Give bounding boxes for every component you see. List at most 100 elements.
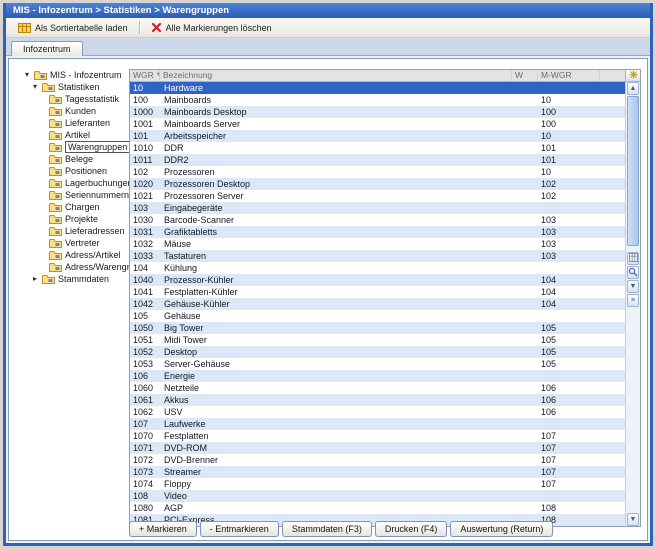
table-row-101[interactable]: 101Arbeitsspeicher10: [130, 130, 625, 142]
tree-item-mis-infozentrum[interactable]: ▾ MIS - Infozentrum: [25, 69, 131, 81]
tree-item-statistiken[interactable]: ▾Statistiken: [25, 81, 131, 93]
cell-bezeichnung: DDR: [160, 142, 512, 154]
column-header-w[interactable]: W: [512, 70, 538, 81]
tree-item-lieferadressen[interactable]: Lieferadressen: [25, 225, 131, 237]
column-header-mwgr[interactable]: M-WGR: [538, 70, 600, 81]
folder-icon: [49, 130, 62, 141]
table-row-1080[interactable]: 1080AGP108: [130, 502, 625, 514]
table-row-103[interactable]: 103Eingabegeräte: [130, 202, 625, 214]
load-sort-table-button[interactable]: Als Sortiertabelle laden: [11, 20, 135, 36]
scroll-up-button[interactable]: ▲: [627, 82, 639, 95]
collapse-icon[interactable]: ▾: [25, 69, 34, 81]
cell-mwgr: [538, 82, 600, 94]
cell-mwgr: 107: [538, 430, 600, 442]
table-row-10[interactable]: 10Hardware: [130, 82, 625, 94]
cell-w: [512, 406, 538, 418]
column-select-button[interactable]: [625, 70, 640, 81]
table-row-108[interactable]: 108Video: [130, 490, 625, 502]
tree-item-tagesstatistik[interactable]: Tagesstatistik: [25, 93, 131, 105]
tree-item-belege[interactable]: Belege: [25, 153, 131, 165]
table-row-106[interactable]: 106Energie: [130, 370, 625, 382]
table-row-1021[interactable]: 1021Prozessoren Server102: [130, 190, 625, 202]
table-row-1051[interactable]: 1051Midi Tower105: [130, 334, 625, 346]
folder-icon: [42, 82, 55, 93]
table-row-1031[interactable]: 1031Grafiktabletts103: [130, 226, 625, 238]
auswertung-button[interactable]: Auswertung (Return): [450, 521, 553, 537]
table-row-1073[interactable]: 1073Streamer107: [130, 466, 625, 478]
tree-item-chargen[interactable]: Chargen: [25, 201, 131, 213]
column-header-wgr[interactable]: WGR ▼: [130, 70, 160, 81]
tree-item-positionen[interactable]: Positionen: [25, 165, 131, 177]
folder-icon: [49, 94, 62, 105]
tree-item-label: MIS - Infozentrum: [50, 70, 122, 80]
table-row-1030[interactable]: 1030Barcode-Scanner103: [130, 214, 625, 226]
cell-bezeichnung: Prozessor-Kühler: [160, 274, 512, 286]
tree-item-warengruppen[interactable]: Warengruppen: [25, 141, 131, 153]
tree-item-lieferanten[interactable]: Lieferanten: [25, 117, 131, 129]
table-row-1072[interactable]: 1072DVD-Brenner107: [130, 454, 625, 466]
table-row-1011[interactable]: 1011DDR2101: [130, 154, 625, 166]
cell-bezeichnung: Energie: [160, 370, 512, 382]
tab-infozentrum[interactable]: Infozentrum: [11, 41, 83, 56]
stammdaten-button[interactable]: Stammdaten (F3): [282, 521, 372, 537]
print-button[interactable]: Drucken (F4): [375, 521, 448, 537]
table-row-1060[interactable]: 1060Netzteile106: [130, 382, 625, 394]
cell-bezeichnung: Mainboards: [160, 94, 512, 106]
tree-item-adress-artikel[interactable]: Adress/Artikel: [25, 249, 131, 261]
scrollbar-thumb[interactable]: [627, 96, 639, 246]
tree-item-label: Tagesstatistik: [65, 94, 119, 104]
tree-item-stammdaten[interactable]: ▸Stammdaten: [25, 273, 131, 285]
scroll-down-button[interactable]: ▼: [627, 513, 639, 526]
table-row-107[interactable]: 107Laufwerke: [130, 418, 625, 430]
table-row-1033[interactable]: 1033Tastaturen103: [130, 250, 625, 262]
table-row-1040[interactable]: 1040Prozessor-Kühler104: [130, 274, 625, 286]
table-row-1032[interactable]: 1032Mäuse103: [130, 238, 625, 250]
unmark-button[interactable]: - Entmarkieren: [200, 521, 279, 537]
mark-button[interactable]: + Markieren: [129, 521, 197, 537]
table-row-1053[interactable]: 1053Server-Gehäuse105: [130, 358, 625, 370]
tree-item-adress-warengruppen[interactable]: Adress/Warengruppen: [25, 261, 131, 273]
table-row-1071[interactable]: 1071DVD-ROM107: [130, 442, 625, 454]
table-row-1000[interactable]: 1000Mainboards Desktop100: [130, 106, 625, 118]
menu-button[interactable]: ≡: [627, 294, 639, 307]
titlebar[interactable]: MIS - Infozentrum > Statistiken > Wareng…: [6, 3, 650, 18]
tree-item-seriennummern[interactable]: Seriennummern: [25, 189, 131, 201]
search-button[interactable]: [627, 266, 639, 279]
table-row-105[interactable]: 105Gehäuse: [130, 310, 625, 322]
table-row-1041[interactable]: 1041Festplatten-Kühler104: [130, 286, 625, 298]
tree-item-lagerbuchungen[interactable]: Lagerbuchungen: [25, 177, 131, 189]
vertical-scrollbar[interactable]: ▲ ▼ ≡ ▼: [625, 82, 640, 526]
table-row-1061[interactable]: 1061Akkus106: [130, 394, 625, 406]
columns-button[interactable]: [627, 252, 639, 265]
table-row-1042[interactable]: 1042Gehäuse-Kühler104: [130, 298, 625, 310]
table-row-102[interactable]: 102Prozessoren10: [130, 166, 625, 178]
table-row-100[interactable]: 100Mainboards10: [130, 94, 625, 106]
table-row-1062[interactable]: 1062USV106: [130, 406, 625, 418]
table-row-1010[interactable]: 1010DDR101: [130, 142, 625, 154]
cell-wgr: 1020: [130, 178, 160, 190]
tree-item-label: Lieferanten: [65, 118, 110, 128]
tree-item-artikel[interactable]: Artikel: [25, 129, 131, 141]
filter-button[interactable]: ▼: [627, 280, 639, 293]
filter-icon: ▼: [630, 283, 637, 290]
toolbar: Als Sortiertabelle laden Alle Markierung…: [6, 18, 650, 38]
clear-all-marks-button[interactable]: Alle Markierungen löschen: [144, 20, 279, 36]
table-row-1052[interactable]: 1052Desktop105: [130, 346, 625, 358]
cell-wgr: 1011: [130, 154, 160, 166]
tree-item-projekte[interactable]: Projekte: [25, 213, 131, 225]
table-row-1050[interactable]: 1050Big Tower105: [130, 322, 625, 334]
table-row-1001[interactable]: 1001Mainboards Server100: [130, 118, 625, 130]
table-row-1074[interactable]: 1074Floppy107: [130, 478, 625, 490]
cell-mwgr: [538, 202, 600, 214]
table-row-104[interactable]: 104Kühlung: [130, 262, 625, 274]
tree-item-vertreter[interactable]: Vertreter: [25, 237, 131, 249]
tree-item-label: Chargen: [65, 202, 100, 212]
expand-icon[interactable]: ▸: [33, 273, 42, 285]
table-row-1070[interactable]: 1070Festplatten107: [130, 430, 625, 442]
cell-bezeichnung: Video: [160, 490, 512, 502]
collapse-icon[interactable]: ▾: [33, 81, 42, 93]
cell-mwgr: [538, 490, 600, 502]
tree-item-kunden[interactable]: Kunden: [25, 105, 131, 117]
table-row-1020[interactable]: 1020Prozessoren Desktop102: [130, 178, 625, 190]
column-header-bezeichnung[interactable]: Bezeichnung: [160, 70, 512, 81]
